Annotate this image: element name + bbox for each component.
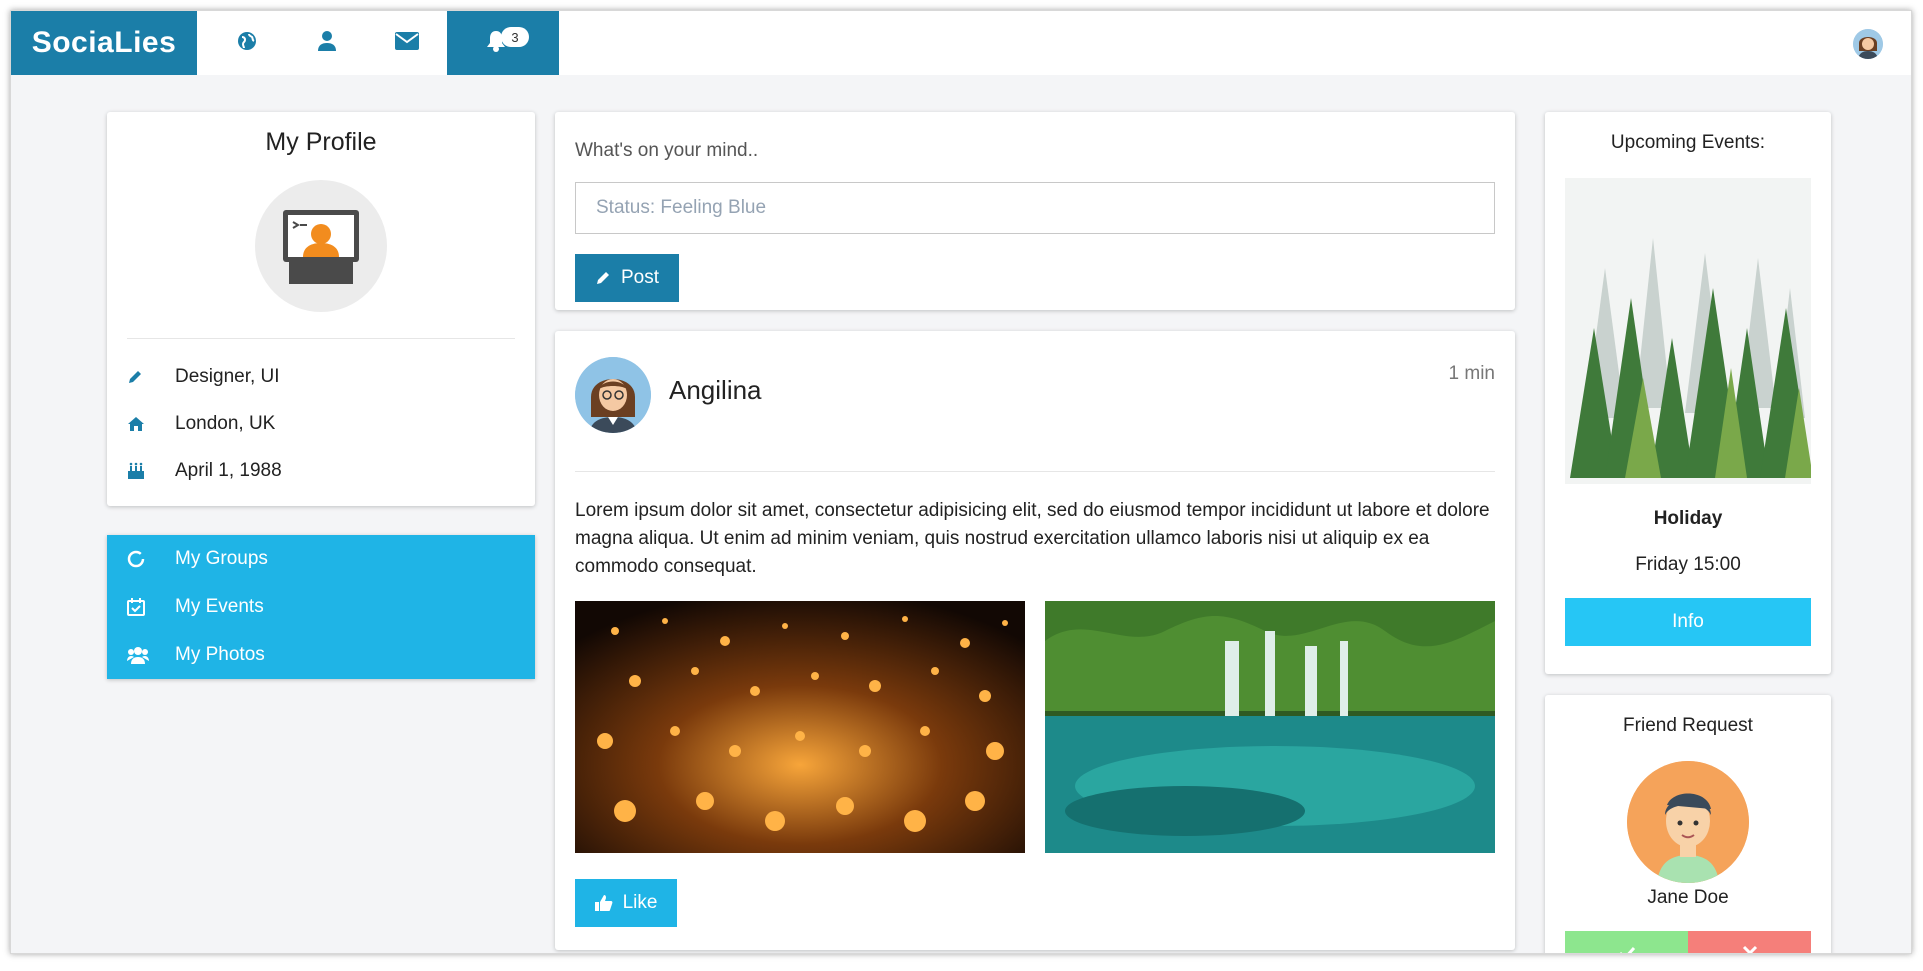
composer-card: What's on your mind.. Post	[555, 112, 1515, 310]
post-text: Lorem ipsum dolor sit amet, consectetur …	[575, 500, 1490, 577]
menu-item-my-events[interactable]: My Events	[127, 589, 264, 625]
post-card: Angilina 1 min Lorem ipsum dolor sit ame…	[555, 331, 1515, 950]
check-icon	[1618, 944, 1636, 953]
upcoming-events-card: Upcoming Events: Holiday Friday 15:00 In…	[1545, 112, 1831, 674]
post-button-label: Post	[620, 267, 660, 288]
post-author-avatar[interactable]	[575, 357, 651, 433]
user-icon	[318, 30, 336, 56]
profile-location: London, UK	[175, 413, 276, 434]
decline-friend-button[interactable]	[1688, 931, 1811, 953]
like-button-label: Like	[622, 892, 658, 913]
menu-item-label: My Events	[175, 596, 264, 617]
waterfall-photo[interactable]	[1045, 601, 1495, 853]
profile-job-row: Designer, UI	[127, 362, 280, 392]
users-icon	[127, 646, 175, 664]
profile-job: Designer, UI	[175, 366, 280, 387]
profile-divider	[127, 338, 515, 339]
post-button[interactable]: Post	[575, 254, 679, 302]
profile-birthday: April 1, 1988	[175, 460, 282, 481]
birthday-cake-icon	[127, 462, 175, 480]
forest-image	[1565, 178, 1811, 484]
envelope-icon	[395, 31, 419, 55]
nav-notifications-button[interactable]: 3	[447, 11, 559, 75]
profile-card: My Profile Designer, UI London, UK April…	[107, 112, 535, 506]
event-name: Holiday	[1653, 508, 1723, 529]
globe-icon	[237, 31, 257, 56]
nav-profile-button[interactable]	[287, 11, 367, 75]
lanterns-photo[interactable]	[575, 601, 1025, 853]
friend-name: Jane Doe	[1647, 887, 1729, 908]
calendar-check-icon	[127, 598, 175, 616]
status-input[interactable]	[575, 182, 1495, 234]
post-divider	[575, 471, 1495, 472]
profile-title: My Profile	[265, 128, 377, 156]
composer-label: What's on your mind..	[575, 140, 759, 161]
circle-notch-icon	[127, 550, 175, 568]
profile-location-row: London, UK	[127, 409, 275, 439]
post-time: 1 min	[1448, 363, 1495, 384]
menu-item-my-groups[interactable]: My Groups	[127, 541, 268, 577]
profile-birthday-row: April 1, 1988	[127, 456, 282, 486]
close-icon	[1742, 945, 1758, 953]
profile-avatar	[255, 180, 387, 312]
nav-messages-button[interactable]	[367, 11, 447, 75]
side-menu: My Groups My Events My Photos	[107, 535, 535, 679]
brand-logo[interactable]: SociaLies	[11, 11, 197, 75]
menu-item-label: My Photos	[175, 644, 265, 665]
app-window: SociaLies 3 My Profile Designer, UI Lond…	[10, 10, 1912, 954]
event-info-label: Info	[1672, 611, 1704, 632]
top-navbar: SociaLies 3	[11, 11, 1911, 75]
nav-world-button[interactable]	[207, 11, 287, 75]
like-button[interactable]: Like	[575, 879, 677, 927]
home-icon	[127, 416, 175, 432]
thumbs-up-icon	[594, 894, 613, 912]
friend-request-card: Friend Request Jane Doe	[1545, 695, 1831, 953]
event-time: Friday 15:00	[1635, 554, 1741, 575]
friend-request-title: Friend Request	[1623, 715, 1753, 736]
user-avatar-icon[interactable]	[1853, 29, 1883, 59]
pencil-icon	[595, 270, 611, 286]
friend-avatar[interactable]	[1627, 761, 1749, 883]
events-title: Upcoming Events:	[1610, 132, 1766, 153]
accept-friend-button[interactable]	[1565, 931, 1688, 953]
notification-badge: 3	[501, 27, 529, 47]
event-info-button[interactable]: Info	[1565, 598, 1811, 646]
post-author-name[interactable]: Angilina	[669, 375, 762, 406]
pencil-icon	[127, 369, 175, 385]
menu-item-label: My Groups	[175, 548, 268, 569]
menu-item-my-photos[interactable]: My Photos	[127, 637, 265, 673]
